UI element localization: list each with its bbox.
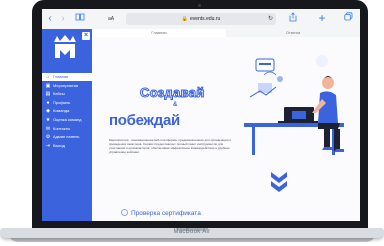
tab-other[interactable]: Отмена <box>226 29 360 37</box>
sidebar-item-admin[interactable]: ⚙ Админ панель <box>42 133 92 141</box>
tabs-icon[interactable] <box>342 12 354 25</box>
certificate-icon <box>121 209 128 216</box>
sidebar-item-team[interactable]: ◆ Команда <box>42 107 92 115</box>
team-icon: ◆ <box>46 108 50 115</box>
screen: ‹ › aA 🔒 events.edu.ru ↻ + Главная Отмена <box>42 9 360 221</box>
home-icon: ⌂ <box>46 74 50 80</box>
calendar-icon: ▣ <box>45 82 51 89</box>
rating-icon: ★ <box>45 116 51 123</box>
hero-title-create: Создавай <box>140 85 205 101</box>
laptop-lid: ‹ › aA 🔒 events.edu.ru ↻ + Главная Отмена <box>32 0 368 228</box>
logout-icon: ⇥ <box>45 142 51 149</box>
text-size-button[interactable]: aA <box>108 14 114 24</box>
share-icon[interactable] <box>288 12 298 25</box>
hero-description: Мероприятия - инновационная веб-платформ… <box>109 138 232 155</box>
briefcase-icon: ▤ <box>45 91 51 98</box>
lock-icon: 🔒 <box>181 16 188 22</box>
forward-icon[interactable]: › <box>58 12 68 25</box>
new-tab-icon[interactable]: + <box>317 12 327 25</box>
reload-icon[interactable]: ↻ <box>268 13 273 25</box>
hero-title-win: побеждай <box>109 112 180 129</box>
close-sidebar-button[interactable]: × <box>82 32 90 40</box>
sidebar-item-contacts[interactable]: ✉ Контакты <box>42 125 92 133</box>
address-bar[interactable]: 🔒 events.edu.ru ↻ <box>126 13 276 25</box>
sidebar-item-logout[interactable]: ⇥ Выход <box>42 142 92 150</box>
book-icon[interactable] <box>74 12 86 25</box>
sidebar-menu: ⌂ Главная ▣ Мероприятия ▤ Кейсы ● Профиль ◆ К… <box>42 73 92 150</box>
sidebar-item-cases[interactable]: ▤ Кейсы <box>42 90 92 98</box>
laptop-brand: MacBook Air <box>173 229 211 235</box>
sidebar-item-profile[interactable]: ● Профиль <box>42 99 92 107</box>
admin-icon: ⚙ <box>45 134 51 141</box>
url-text: events.edu.ru <box>189 16 221 22</box>
tab-main[interactable]: Главная <box>92 29 226 37</box>
working-person-illustration <box>244 55 344 155</box>
hero-title-ampersand: & <box>173 102 178 108</box>
main-content: Создавай & побеждай Мероприятия - иннова… <box>92 37 360 221</box>
sidebar: × ⌂ Главная ▣ Мероприятия ▤ Кейсы ● Профиль … <box>42 29 92 221</box>
logo-icon <box>54 35 76 58</box>
contacts-icon: ✉ <box>45 125 51 132</box>
user-icon: ● <box>46 99 50 106</box>
sidebar-item-events[interactable]: ▣ Мероприятия <box>42 82 92 90</box>
scroll-down-chevrons-icon[interactable] <box>269 170 289 194</box>
back-icon[interactable]: ‹ <box>45 12 55 25</box>
sidebar-item-home[interactable]: ⌂ Главная <box>42 73 92 81</box>
sidebar-item-team-rating[interactable]: ★ Оценка команд <box>42 116 92 124</box>
certificate-check-link[interactable]: Проверка сертификата <box>121 209 201 217</box>
browser-toolbar: ‹ › aA 🔒 events.edu.ru ↻ + <box>42 9 360 30</box>
camera-icon <box>198 4 201 7</box>
